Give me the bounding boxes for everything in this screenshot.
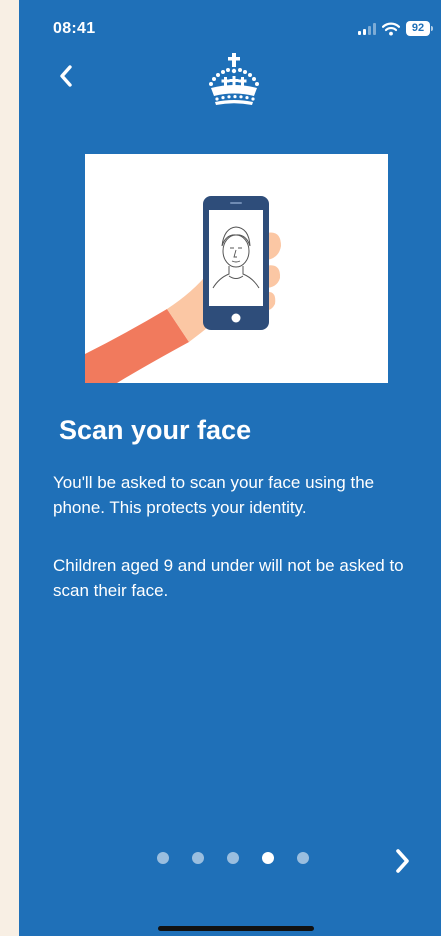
status-bar: 08:41 92 <box>19 0 441 56</box>
chevron-right-icon <box>396 849 409 873</box>
page-dot-5[interactable] <box>297 852 309 864</box>
battery-level: 92 <box>411 22 425 34</box>
home-indicator[interactable] <box>158 926 314 931</box>
status-time: 08:41 <box>53 20 96 37</box>
page-title: Scan your face <box>59 415 252 445</box>
instruction-paragraph: You'll be asked to scan your face using … <box>53 473 375 517</box>
page-dot-4-active[interactable] <box>262 852 274 864</box>
battery-indicator: 92 <box>406 21 433 36</box>
face-scan-phone-illustration <box>85 196 281 383</box>
page-indicator <box>157 852 309 864</box>
wifi-icon <box>382 22 400 35</box>
age-exemption-paragraph: Children aged 9 and under will not be as… <box>53 556 404 600</box>
cellular-signal-icon <box>358 22 376 35</box>
page-dot-2[interactable] <box>192 852 204 864</box>
app-screen: 08:41 92 Scan your face You'll be asked … <box>19 0 441 936</box>
chevron-left-icon <box>60 65 72 87</box>
face-scan-illustration <box>85 154 388 383</box>
next-button[interactable] <box>390 846 416 876</box>
page-dot-1[interactable] <box>157 852 169 864</box>
back-button[interactable] <box>53 62 81 90</box>
page-dot-3[interactable] <box>227 852 239 864</box>
status-icons: 92 <box>358 21 433 36</box>
crown-logo-icon <box>209 53 259 105</box>
